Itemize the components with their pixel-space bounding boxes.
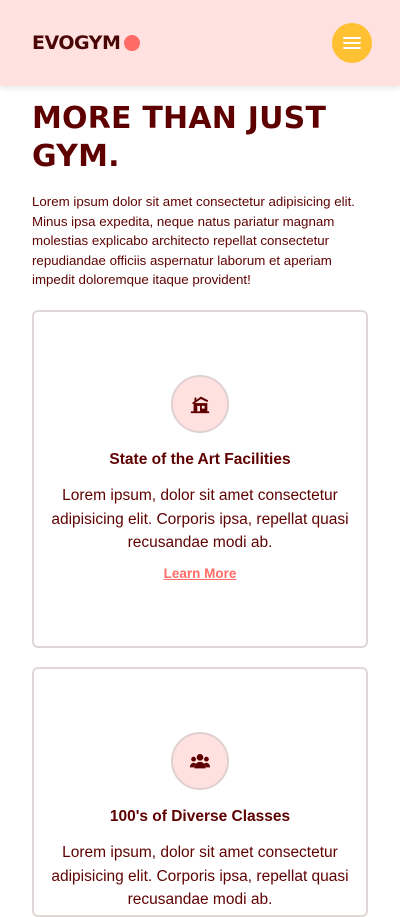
house-icon: [190, 396, 210, 414]
benefit-icon-circle: [171, 375, 229, 433]
benefit-card: 100's of Diverse Classes Lorem ipsum, do…: [32, 667, 368, 917]
intro-text: Lorem ipsum dolor sit amet consectetur a…: [32, 194, 355, 288]
benefit-title: 100's of Diverse Classes: [109, 808, 291, 825]
page-title: MORE THAN JUST GYM.: [32, 101, 327, 174]
navbar: EVOGYM: [0, 0, 400, 86]
hamburger-icon: [343, 37, 361, 49]
benefit-title: State of the Art Facilities: [109, 451, 291, 468]
logo[interactable]: EVOGYM: [32, 32, 141, 54]
benefit-text: Lorem ipsum, dolor sit amet consectetur …: [51, 487, 349, 551]
benefit-icon-circle: [171, 732, 229, 790]
intro-section: MORE THAN JUST GYM. Lorem ipsum dolor si…: [32, 100, 368, 290]
user-group-icon: [189, 754, 211, 769]
learn-more-link[interactable]: Learn More: [34, 566, 366, 581]
benefit-text: Lorem ipsum, dolor sit amet consectetur …: [51, 844, 349, 908]
benefit-card: State of the Art Facilities Lorem ipsum,…: [32, 310, 368, 648]
logo-dot: [124, 35, 141, 51]
logo-text: EVOGYM: [32, 32, 121, 54]
menu-button[interactable]: [332, 23, 372, 63]
